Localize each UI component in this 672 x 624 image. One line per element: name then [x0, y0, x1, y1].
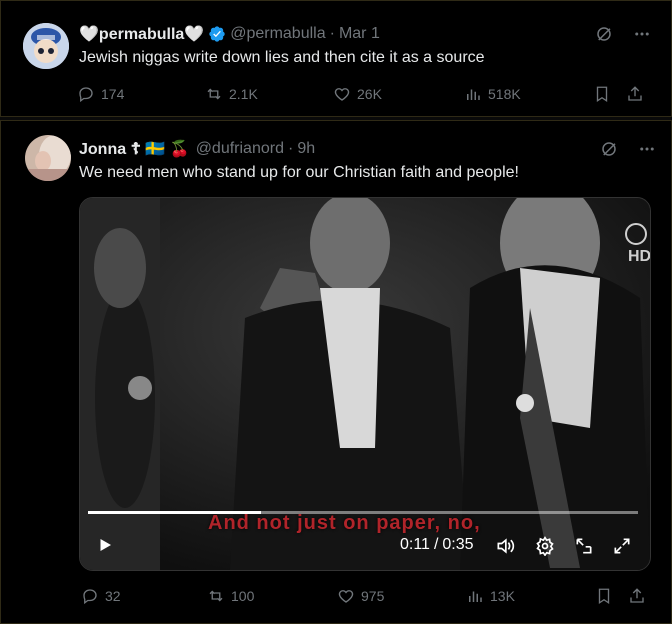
display-name[interactable]: Jonna ☦ 🇸🇪 🍒: [79, 139, 190, 159]
volume-button[interactable]: [494, 536, 516, 556]
progress-track[interactable]: [88, 511, 638, 514]
play-button[interactable]: [96, 536, 114, 554]
reply-button[interactable]: 174: [77, 85, 124, 103]
like-button[interactable]: 975: [337, 587, 384, 605]
share-icon: [626, 85, 644, 103]
heart-icon: [337, 587, 355, 605]
volume-icon: [494, 536, 516, 556]
picture-in-picture-button[interactable]: [574, 536, 594, 556]
reply-count: 174: [101, 86, 125, 102]
handle[interactable]: @permabulla: [230, 25, 325, 43]
pip-icon: [574, 536, 594, 556]
timestamp[interactable]: 9h: [297, 140, 315, 158]
retweet-icon: [205, 85, 223, 103]
share-icon: [628, 587, 646, 605]
verified-badge-icon: [208, 25, 226, 43]
reply-icon: [77, 85, 95, 103]
views-count: 518K: [488, 86, 521, 102]
views-icon: [464, 85, 482, 103]
display-name[interactable]: 🤍permabulla🤍: [79, 24, 204, 44]
views-button[interactable]: 13K: [466, 587, 515, 605]
bookmark-icon: [595, 587, 613, 605]
handle[interactable]: @dufrianord: [196, 140, 284, 158]
settings-button[interactable]: [535, 536, 555, 556]
views-button[interactable]: 518K: [464, 85, 521, 103]
reply-button[interactable]: 32: [81, 587, 121, 605]
retweet-count: 100: [231, 588, 255, 604]
tweet-text: We need men who stand up for our Christi…: [79, 164, 519, 181]
reply-count: 32: [105, 588, 121, 604]
progress-fill: [88, 511, 261, 514]
retweet-button[interactable]: 100: [207, 587, 254, 605]
bookmark-icon: [593, 85, 611, 103]
like-count: 26K: [357, 86, 382, 102]
more-options-icon[interactable]: [633, 25, 651, 43]
bookmark-button[interactable]: [595, 587, 613, 605]
avatar[interactable]: [25, 135, 71, 181]
separator: ·: [287, 140, 294, 157]
separator: ·: [329, 25, 335, 42]
like-button[interactable]: 26K: [333, 85, 382, 103]
views-count: 13K: [490, 588, 515, 604]
more-options-icon[interactable]: [638, 140, 656, 158]
retweet-count: 2.1K: [229, 86, 258, 102]
retweet-icon: [207, 587, 225, 605]
reply-icon: [81, 587, 99, 605]
tweet-1[interactable]: 🤍permabulla🤍 @permabulla · Mar 1 Jewish …: [0, 0, 672, 117]
grok-icon[interactable]: [600, 140, 618, 158]
gear-icon: [535, 536, 555, 556]
heart-icon: [333, 85, 351, 103]
duration: 0:35: [442, 536, 474, 553]
video-player[interactable]: HD And not just on paper, no, 0:11 / 0:3…: [79, 197, 651, 571]
bookmark-button[interactable]: [593, 85, 611, 103]
time-display: 0:11 / 0:35: [400, 536, 474, 554]
retweet-button[interactable]: 2.1K: [205, 85, 258, 103]
current-time: 0:11: [400, 536, 430, 553]
grok-icon[interactable]: [595, 25, 613, 43]
watermark-text: HD: [628, 248, 650, 265]
tweet-text: Jewish niggas write down lies and then c…: [79, 49, 485, 66]
play-icon: [96, 536, 114, 554]
time-separator: /: [433, 536, 439, 553]
tweet-2[interactable]: Jonna ☦ 🇸🇪 🍒 @dufrianord · 9h We need me…: [0, 120, 672, 624]
views-icon: [466, 587, 484, 605]
like-count: 975: [361, 588, 385, 604]
avatar[interactable]: [23, 23, 69, 69]
fullscreen-icon: [612, 536, 632, 556]
fullscreen-button[interactable]: [612, 536, 632, 556]
timestamp[interactable]: Mar 1: [339, 25, 380, 43]
share-button[interactable]: [626, 85, 644, 103]
subtitle-text: And not just on paper, no,: [208, 512, 481, 534]
share-button[interactable]: [628, 587, 646, 605]
